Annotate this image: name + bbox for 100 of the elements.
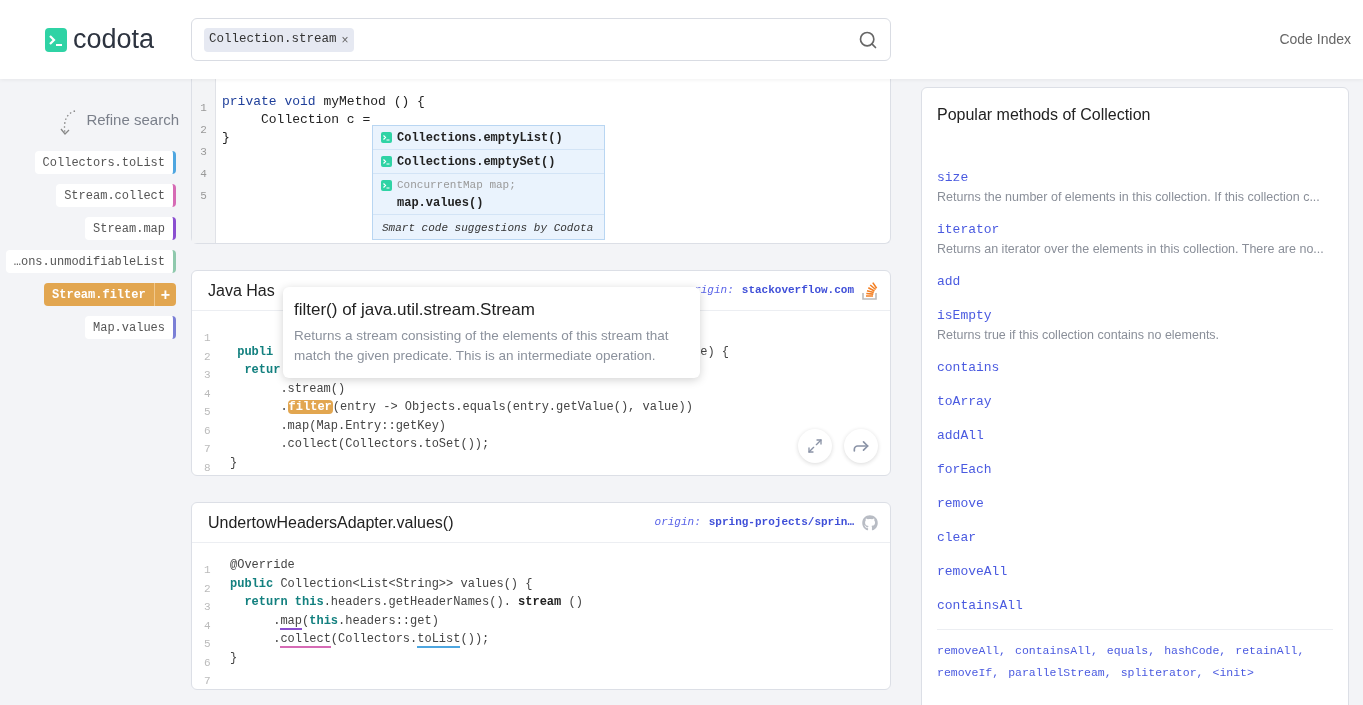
codota-icon bbox=[381, 132, 392, 143]
line-number: 5 bbox=[200, 190, 207, 202]
method-link[interactable]: size bbox=[937, 167, 1333, 188]
line-number: 1 bbox=[204, 332, 211, 344]
line-number: 4 bbox=[204, 619, 211, 632]
code-line: .map(Map.Entry::getKey) bbox=[279, 417, 447, 435]
code-line: .filter(entry -> Objects.equals(entry.getValue(), value)) bbox=[279, 399, 693, 416]
tooltip-description: Returns a stream consisting of the elements of this stream that match the given predicate. This is an intermediate operation. bbox=[294, 327, 670, 365]
code-index-link[interactable]: Code Index bbox=[1279, 29, 1351, 50]
code-line: private void myMethod () { bbox=[222, 93, 425, 110]
method-link[interactable]: parallelStream, bbox=[1008, 664, 1112, 681]
code-line: } bbox=[230, 454, 238, 472]
line-number: 8 bbox=[204, 461, 211, 474]
refine-item[interactable]: Map.values bbox=[85, 316, 176, 339]
method-link[interactable]: removeAll bbox=[937, 561, 1333, 582]
search-icon[interactable] bbox=[858, 29, 878, 50]
line-number: 2 bbox=[204, 582, 211, 595]
result-title[interactable]: UndertowHeadersAdapter.values() bbox=[208, 510, 454, 535]
suggestion-text: Collections.emptySet() bbox=[397, 153, 556, 171]
line-number: 7 bbox=[204, 443, 211, 455]
suggestion-text: map.values() bbox=[396, 195, 485, 212]
logo-icon bbox=[45, 27, 67, 52]
remove-chip-button[interactable]: × bbox=[341, 30, 349, 49]
line-number: 5 bbox=[204, 406, 211, 418]
method-link[interactable]: addAll bbox=[937, 425, 1333, 446]
line-number: 4 bbox=[204, 387, 211, 400]
line-number: 3 bbox=[200, 146, 207, 158]
result-title[interactable]: Java Has bbox=[208, 278, 275, 303]
chip-label: Collection.stream bbox=[209, 31, 337, 49]
refine-item[interactable]: Collectors.toList bbox=[34, 151, 176, 174]
refine-item-label: Collectors.toList bbox=[41, 154, 166, 172]
suggestion-text: Collections.emptyList() bbox=[397, 129, 563, 147]
method-link[interactable]: retainAll, bbox=[1235, 642, 1305, 659]
refine-item-label: Stream.collect bbox=[63, 187, 166, 205]
codota-icon bbox=[381, 156, 392, 167]
codota-icon bbox=[381, 180, 392, 191]
refine-item-label: Stream.map bbox=[92, 220, 166, 238]
method-link[interactable]: forEach bbox=[937, 459, 1333, 480]
method-link[interactable]: <init> bbox=[1212, 664, 1254, 681]
code-line: } bbox=[230, 649, 238, 667]
method-link[interactable]: add bbox=[937, 271, 1333, 292]
refine-item-label: …ons.unmodifiableList bbox=[12, 253, 166, 271]
logo-text[interactable]: codota bbox=[73, 26, 155, 53]
suggestions-footer: Smart code suggestions by Codota bbox=[382, 222, 594, 234]
method-link[interactable]: spliterator, bbox=[1120, 664, 1204, 681]
origin-link[interactable]: stackoverflow.com bbox=[741, 282, 854, 299]
line-number: 7 bbox=[204, 675, 211, 687]
line-number: 6 bbox=[204, 656, 211, 669]
expand-icon bbox=[807, 438, 823, 454]
refine-item[interactable]: Stream.map bbox=[85, 217, 176, 240]
method-link[interactable]: hashCode, bbox=[1164, 642, 1227, 659]
line-number: 2 bbox=[204, 350, 211, 363]
code-line: retur bbox=[243, 362, 281, 379]
refine-item[interactable]: Stream.collect bbox=[56, 184, 176, 207]
line-number: 1 bbox=[204, 564, 211, 576]
line-number: 3 bbox=[204, 601, 211, 613]
refine-search-title: Refine search bbox=[86, 110, 179, 130]
code-line: .stream() bbox=[279, 380, 346, 398]
github-icon bbox=[862, 514, 878, 531]
line-number: 1 bbox=[200, 102, 207, 114]
method-link[interactable]: contains bbox=[937, 357, 1333, 378]
code-line: return this.headers.getHeaderNames(). stream () bbox=[243, 594, 583, 611]
share-button[interactable] bbox=[844, 429, 878, 463]
line-number: 5 bbox=[204, 638, 211, 650]
expand-button[interactable] bbox=[798, 429, 832, 463]
refine-item-label: Map.values bbox=[92, 319, 166, 337]
method-description: Returns true if this collection contains no elements. bbox=[937, 327, 1221, 344]
search-field[interactable]: Collection.stream × bbox=[191, 18, 891, 61]
code-line: publi bbox=[236, 343, 274, 361]
suggestion-context: ConcurrentMap map; bbox=[397, 178, 516, 194]
origin-label: origin: bbox=[654, 515, 701, 531]
method-link[interactable]: remove bbox=[937, 493, 1333, 514]
curved-arrow-icon bbox=[59, 109, 78, 137]
origin-link[interactable]: spring-projects/sprin… bbox=[708, 514, 854, 531]
method-link[interactable]: toArray bbox=[937, 391, 1333, 412]
method-link[interactable]: clear bbox=[937, 527, 1333, 548]
code-line: Collection c = bbox=[260, 111, 371, 128]
method-link[interactable]: containsAll, bbox=[1015, 642, 1098, 659]
method-link[interactable]: containsAll bbox=[937, 595, 1333, 616]
refine-item-label: Stream.filter bbox=[51, 286, 147, 304]
method-description: Returns the number of elements in this collection. If this collection c... bbox=[937, 189, 1321, 206]
code-line: e) { bbox=[700, 343, 730, 361]
method-link[interactable]: removeAll, bbox=[937, 642, 1006, 659]
method-link[interactable]: isEmpty bbox=[937, 305, 1333, 326]
code-line: @Override bbox=[230, 557, 295, 574]
line-number: 3 bbox=[204, 369, 211, 381]
refine-item[interactable]: …ons.unmodifiableList bbox=[5, 250, 176, 273]
method-description: Returns an iterator over the elements in this collection. There are no... bbox=[937, 241, 1325, 258]
code-line: .collect(Collectors.toList()); bbox=[272, 631, 490, 649]
suggestion-item[interactable]: Collections.emptySet() bbox=[373, 150, 604, 174]
code-line: public Collection<List<String>> values() { bbox=[230, 575, 533, 593]
code-line: .collect(Collectors.toSet()); bbox=[279, 436, 490, 453]
method-link[interactable]: removeIf, bbox=[937, 664, 1000, 681]
code-line: .map(this.headers::get) bbox=[272, 612, 439, 630]
method-link[interactable]: equals, bbox=[1106, 642, 1156, 659]
tooltip-title: filter() of java.util.stream.Stream bbox=[294, 300, 536, 320]
suggestion-item[interactable]: Collections.emptyList() bbox=[373, 126, 604, 150]
suggestion-item[interactable]: ConcurrentMap map; map.values() bbox=[373, 174, 604, 215]
method-link[interactable]: iterator bbox=[937, 219, 1333, 240]
panel-title: Popular methods of Collection bbox=[937, 105, 1152, 125]
